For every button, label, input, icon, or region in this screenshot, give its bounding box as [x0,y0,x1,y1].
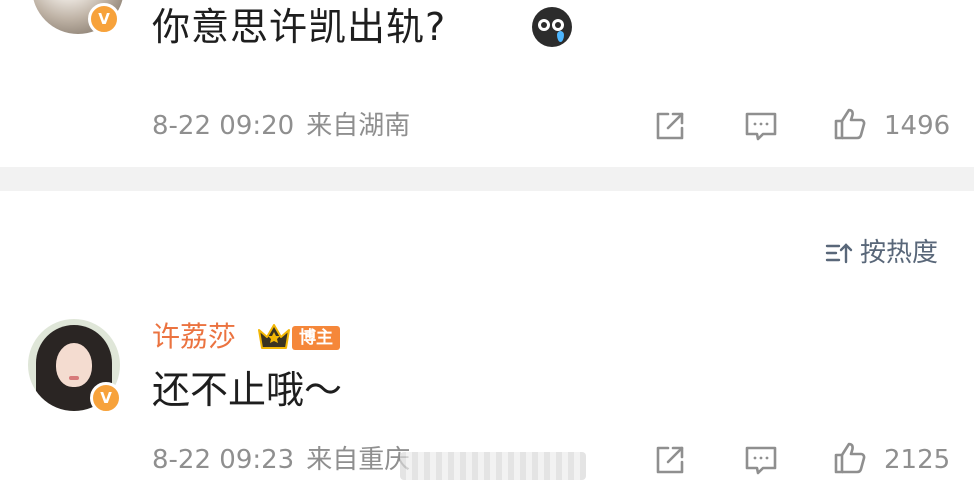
comment-text: 你意思许凯出轨? [152,5,447,49]
like-count: 2125 [884,445,951,475]
blogger-badge: 博主 [292,326,340,350]
comment-meta: 8-22 09:23 来自重庆 [152,444,410,476]
comment-date: 8-22 09:20 [152,111,295,141]
comment-text: 还不止哦～ [152,368,343,412]
sort-toggle[interactable]: 按热度 [824,236,938,270]
crying-face-icon [532,7,572,47]
sort-icon [824,240,854,266]
sort-label: 按热度 [859,238,938,268]
verified-badge-icon: V [88,3,120,35]
verified-badge-icon: V [90,382,122,414]
like-icon[interactable] [832,106,868,142]
comment-meta: 8-22 09:20 来自湖南 [152,110,410,142]
like-count: 1496 [884,111,951,141]
comment-icon[interactable] [743,108,779,144]
section-divider [0,167,974,191]
crown-icon [256,320,292,352]
comment-location: 来自重庆 [306,445,411,475]
watermark [400,452,586,480]
username[interactable]: 许荔莎 [152,320,236,354]
comment-location: 来自湖南 [306,111,411,141]
comment-icon[interactable] [743,442,779,478]
comment-date: 8-22 09:23 [152,445,295,475]
share-icon[interactable] [652,442,688,478]
like-icon[interactable] [832,440,868,476]
share-icon[interactable] [652,108,688,144]
